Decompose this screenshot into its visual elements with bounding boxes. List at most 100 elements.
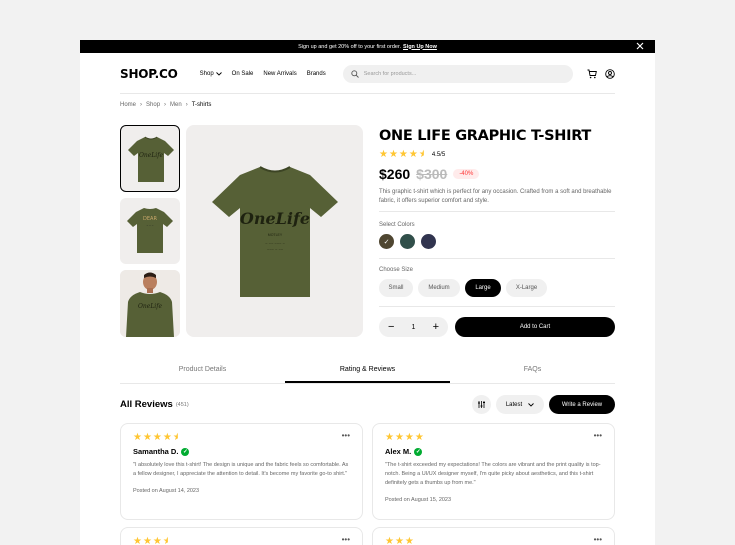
color-swatch-brown[interactable]: ✓ (379, 234, 394, 249)
review-date: Posted on August 14, 2023 (133, 488, 200, 494)
product-description: This graphic t-shirt which is perfect fo… (379, 189, 612, 204)
reviewer-name: Samantha D. ✓ (133, 447, 350, 456)
nav-link-brands[interactable]: Brands (307, 71, 326, 77)
minus-icon[interactable]: − (388, 321, 394, 333)
promo-signup-link[interactable]: Sign Up Now (403, 44, 437, 50)
add-to-cart-button[interactable]: Add to Cart (455, 317, 615, 337)
product-tabs: Product Details Rating & Reviews FAQs (120, 362, 615, 384)
promo-bar: Sign up and get 20% off to your first or… (80, 40, 655, 53)
sort-dropdown[interactable]: Latest (496, 395, 544, 414)
sort-value: Latest (505, 401, 523, 408)
breadcrumb-shop[interactable]: Shop (146, 102, 160, 108)
review-stars: ★★★★ (133, 536, 173, 545)
close-icon[interactable] (636, 42, 644, 50)
svg-text:~ ~~ ~~~ ~: ~ ~~ ~~~ ~ (265, 241, 285, 246)
reviewer-name-text: Samantha D. (133, 447, 179, 456)
more-icon[interactable]: ••• (594, 535, 602, 544)
chevron-down-icon (528, 402, 534, 407)
size-x-large[interactable]: X-Large (506, 279, 547, 297)
breadcrumb-current: T-shirts (191, 102, 212, 108)
nav-link-on-sale[interactable]: On Sale (232, 71, 254, 77)
nav-icons (587, 68, 615, 79)
svg-text:~~~ ~ ~~: ~~~ ~ ~~ (266, 247, 283, 252)
nav-link-label: Shop (199, 70, 214, 77)
breadcrumb-men[interactable]: Men (170, 102, 182, 108)
tab-product-details[interactable]: Product Details (120, 362, 285, 383)
product-rating: ★★★★★ 4.5/5 (379, 149, 445, 160)
old-price: $300 (416, 166, 448, 182)
more-icon[interactable]: ••• (594, 431, 602, 440)
cart-icon[interactable] (587, 69, 597, 79)
svg-text:OneLife: OneLife (139, 152, 163, 159)
chevron-down-icon (215, 71, 222, 76)
sizes-label: Choose Size (379, 267, 414, 273)
tab-rating-reviews[interactable]: Rating & Reviews (285, 362, 450, 383)
svg-text:MOTLEY: MOTLEY (267, 233, 282, 237)
more-icon[interactable]: ••• (342, 535, 350, 544)
review-text: "The t-shirt exceeded my expectations! T… (385, 462, 601, 486)
breadcrumb-home[interactable]: Home (120, 102, 136, 108)
breadcrumb: Home › Shop › Men › T-shirts (120, 102, 211, 108)
product-title: ONE LIFE GRAPHIC T-SHIRT (379, 128, 591, 144)
product-main-image: OneLife MOTLEY ~ ~~ ~~~ ~ ~~~ ~ ~~ (186, 125, 363, 337)
section-divider (379, 306, 615, 307)
product-thumbnail-3[interactable]: OneLife (120, 270, 180, 337)
nav-link-shop[interactable]: Shop (200, 71, 222, 77)
search-icon (351, 69, 359, 78)
search-placeholder: Search for products... (363, 70, 417, 77)
check-icon: ✓ (383, 238, 390, 246)
verified-icon: ✓ (181, 447, 190, 456)
review-stars: ★★★★★ (133, 432, 183, 443)
product-thumbnail-2[interactable]: DEAR ~ ~ ~ (120, 198, 180, 264)
tshirt-main-image: OneLife MOTLEY ~ ~~ ~~~ ~~~~ ~ ~~ (211, 165, 338, 297)
size-small[interactable]: Small (379, 279, 413, 297)
review-card: ★★★★ ••• Alex M. ✓ "The t-shirt exceeded … (372, 423, 615, 520)
section-divider (379, 258, 615, 259)
size-medium[interactable]: Medium (418, 279, 460, 297)
nav-link-new-arrivals[interactable]: New Arrivals (263, 71, 296, 77)
page-frame: Sign up and get 20% off to your first or… (80, 40, 655, 545)
color-swatch-teal[interactable] (400, 234, 415, 249)
size-large[interactable]: Large (465, 279, 501, 297)
price-row: $260 $300 -40% (379, 166, 480, 182)
user-icon[interactable] (605, 68, 615, 79)
search-input[interactable]: Search for products... (342, 64, 573, 83)
plus-icon[interactable]: + (433, 321, 439, 333)
nav-links: Shop On Sale New Arrivals Brands (200, 71, 326, 77)
promo-text: Sign up and get 20% off to your first or… (298, 43, 401, 50)
review-card: ★★★★ ••• (120, 527, 363, 545)
write-review-button[interactable]: Write a Review (549, 395, 615, 414)
more-icon[interactable]: ••• (342, 431, 350, 440)
svg-text:~ ~ ~: ~ ~ ~ (147, 223, 154, 227)
reviewer-name: Alex M. ✓ (385, 447, 602, 456)
rating-stars: ★★★★★ (379, 149, 429, 160)
reviewer-name-text: Alex M. (385, 447, 412, 456)
colors-label: Select Colors (379, 222, 415, 228)
discount-badge: -40% (453, 169, 480, 179)
logo[interactable]: SHOP.CO (120, 67, 178, 81)
chevron-right-icon: › (140, 102, 143, 108)
svg-text:DEAR: DEAR (143, 216, 157, 222)
quantity-stepper: − 1 + (379, 317, 448, 337)
product-thumbnail-1[interactable]: OneLife (120, 125, 180, 192)
review-card: ★★★ ••• (372, 527, 615, 545)
reviews-count: (451) (175, 401, 189, 408)
chevron-right-icon: › (164, 102, 167, 108)
rating-text: 4.5/5 (431, 151, 446, 158)
verified-icon: ✓ (414, 447, 423, 456)
model-wearing-tshirt-image: OneLife (120, 270, 180, 337)
main-nav: SHOP.CO Shop On Sale New Arrivals Brands… (80, 53, 655, 94)
section-divider (379, 211, 615, 212)
tshirt-back-image: DEAR~ ~ ~ (127, 208, 173, 253)
svg-text:OneLife: OneLife (239, 209, 309, 228)
nav-divider (120, 93, 615, 94)
color-swatch-navy[interactable] (421, 234, 436, 249)
chevron-right-icon: › (185, 102, 188, 108)
quantity-value: 1 (411, 323, 416, 331)
tab-faqs[interactable]: FAQs (450, 362, 615, 383)
review-stars: ★★★★ (385, 432, 425, 443)
reviews-header: All Reviews (451) Latest Write a Review (120, 395, 615, 414)
review-stars: ★★★ (385, 536, 415, 545)
review-text: "I absolutely love this t-shirt! The des… (133, 462, 349, 477)
filter-icon[interactable] (472, 395, 491, 414)
